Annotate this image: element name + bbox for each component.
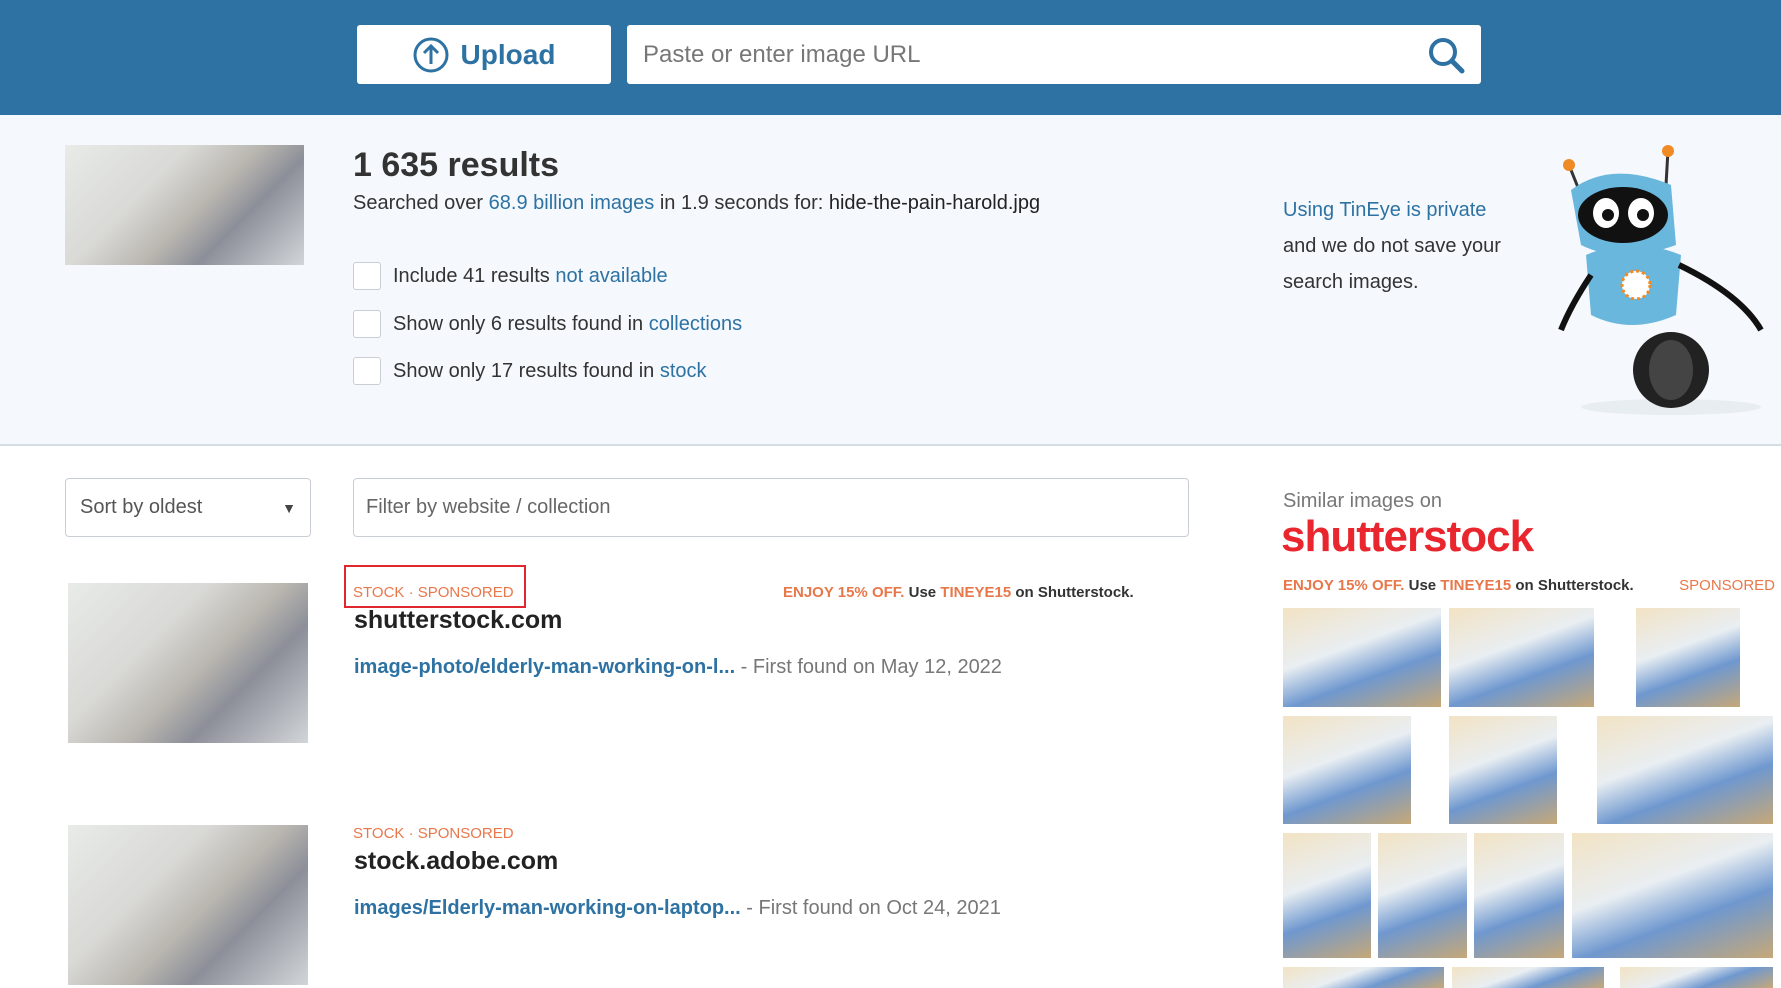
similar-promo: ENJOY 15% OFF. Use TINEYE15 on Shutterst… (1283, 577, 1634, 594)
checkbox[interactable] (353, 262, 381, 290)
similar-image[interactable] (1449, 608, 1594, 707)
robot-mascot-illustration (1558, 145, 1764, 415)
search-info: Searched over 68.9 billion images in 1.9… (353, 192, 1040, 215)
image-url-input[interactable] (643, 40, 1427, 69)
result-url-link[interactable]: image-photo/elderly-man-working-on-l... (354, 656, 735, 678)
promo-text: ENJOY 15% OFF. Use TINEYE15 on Shutterst… (783, 584, 1134, 601)
url-search-bar (627, 25, 1481, 84)
first-found-date: - First found on Oct 24, 2021 (740, 897, 1001, 919)
promo-offer: ENJOY 15% OFF. (1283, 577, 1405, 594)
promo-suffix: on Shutterstock. (1011, 584, 1134, 601)
result-domain[interactable]: stock.adobe.com (354, 847, 558, 876)
logo-text: shutterstock (1281, 512, 1534, 561)
promo-code: TINEYE15 (940, 584, 1012, 601)
sponsored-label: SPONSORED (1679, 577, 1775, 594)
not-available-link[interactable]: not available (555, 265, 667, 287)
sort-select[interactable]: Sort by oldest ▼ (65, 478, 311, 537)
query-image-thumbnail (65, 145, 304, 265)
similar-image[interactable] (1449, 716, 1557, 824)
checkbox-label: Show only 17 results found in (393, 359, 660, 382)
similar-title: Similar images on (1283, 490, 1442, 512)
similar-image[interactable] (1283, 833, 1371, 958)
index-size-link[interactable]: 68.9 billion images (489, 192, 655, 214)
filter-checkbox-stock[interactable]: Show only 17 results found in stock (353, 357, 707, 385)
stock-tag: STOCK (353, 825, 405, 842)
searched-prefix: Searched over (353, 192, 489, 214)
result-domain[interactable]: shutterstock.com (354, 606, 562, 635)
result-tags: STOCK · SPONSORED (353, 584, 514, 601)
similar-image[interactable] (1597, 716, 1773, 824)
result-thumbnail[interactable] (68, 583, 308, 743)
promo-use: Use (1404, 577, 1441, 594)
privacy-text: and we do not save your search images. (1283, 235, 1501, 293)
similar-image[interactable] (1283, 967, 1444, 988)
results-count: 1 635 results (353, 146, 560, 184)
filter-checkbox-not-available[interactable]: Include 41 results not available (353, 262, 668, 290)
upload-arrow-circle-icon (413, 37, 449, 72)
similar-image[interactable] (1474, 833, 1564, 958)
checkbox-label: Include 41 results (393, 264, 556, 287)
similar-image[interactable] (1283, 716, 1411, 824)
tag-separator: · (408, 825, 414, 842)
upload-label: Upload (460, 38, 556, 70)
result-thumbnail[interactable] (68, 825, 308, 985)
sponsored-tag: SPONSORED (417, 584, 514, 601)
promo-use: Use (904, 584, 941, 601)
sponsored-tag: SPONSORED (417, 825, 514, 842)
privacy-link[interactable]: Using TinEye is private (1283, 199, 1486, 221)
stock-tag: STOCK (353, 584, 405, 601)
checkbox[interactable] (353, 310, 381, 338)
checkbox-label: Show only 6 results found in (393, 312, 649, 335)
similar-image[interactable] (1620, 967, 1773, 988)
filter-checkbox-collections[interactable]: Show only 6 results found in collections (353, 310, 742, 338)
website-filter-input[interactable] (366, 496, 1176, 519)
promo-suffix: on Shutterstock. (1511, 577, 1634, 594)
promo-code: TINEYE15 (1440, 577, 1512, 594)
checkbox[interactable] (353, 357, 381, 385)
similar-image[interactable] (1572, 833, 1773, 958)
sort-value: Sort by oldest (80, 496, 203, 518)
collections-link[interactable]: collections (649, 313, 742, 335)
result-link-row: image-photo/elderly-man-working-on-l... … (354, 656, 1002, 679)
similar-image[interactable] (1283, 608, 1441, 707)
upload-button[interactable]: Upload (357, 25, 611, 84)
stock-link[interactable]: stock (660, 360, 707, 382)
search-icon[interactable] (1427, 36, 1465, 74)
query-filename: hide-the-pain-harold.jpg (828, 192, 1041, 214)
tag-separator: · (408, 584, 414, 601)
website-filter-field (353, 478, 1189, 537)
similar-image[interactable] (1452, 967, 1604, 988)
searched-mid: in 1.9 seconds for: (654, 192, 829, 214)
result-url-link[interactable]: images/Elderly-man-working-on-laptop... (354, 897, 741, 919)
caret-down-icon: ▼ (282, 499, 296, 516)
shutterstock-logo[interactable]: shutterstock (1281, 512, 1534, 562)
first-found-date: - First found on May 12, 2022 (735, 656, 1002, 678)
similar-image[interactable] (1636, 608, 1740, 707)
privacy-note: Using TinEye is private and we do not sav… (1283, 192, 1533, 300)
result-tags: STOCK · SPONSORED (353, 825, 514, 842)
promo-offer: ENJOY 15% OFF. (783, 584, 905, 601)
result-link-row: images/Elderly-man-working-on-laptop... … (354, 897, 1001, 920)
similar-image[interactable] (1378, 833, 1467, 958)
